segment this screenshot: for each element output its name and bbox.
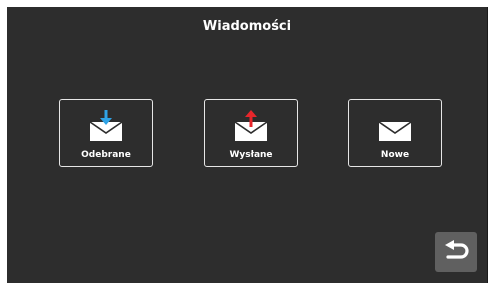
back-return-icon bbox=[445, 240, 469, 259]
back-button[interactable] bbox=[435, 232, 477, 272]
envelope-sent-icon bbox=[234, 110, 268, 141]
envelope-new-icon bbox=[378, 121, 412, 141]
new-label: Nowe bbox=[380, 150, 410, 160]
sent-label: Wysłane bbox=[229, 150, 273, 160]
messages-screen: Wiadomości Odebrane Wysłane Nowe bbox=[7, 7, 488, 283]
page-title: Wiadomości bbox=[202, 19, 292, 34]
envelope-received-icon bbox=[89, 110, 123, 141]
received-messages-button[interactable]: Odebrane bbox=[59, 99, 153, 167]
sent-messages-button[interactable]: Wysłane bbox=[204, 99, 298, 167]
received-label: Odebrane bbox=[81, 150, 131, 160]
new-message-button[interactable]: Nowe bbox=[348, 99, 442, 167]
